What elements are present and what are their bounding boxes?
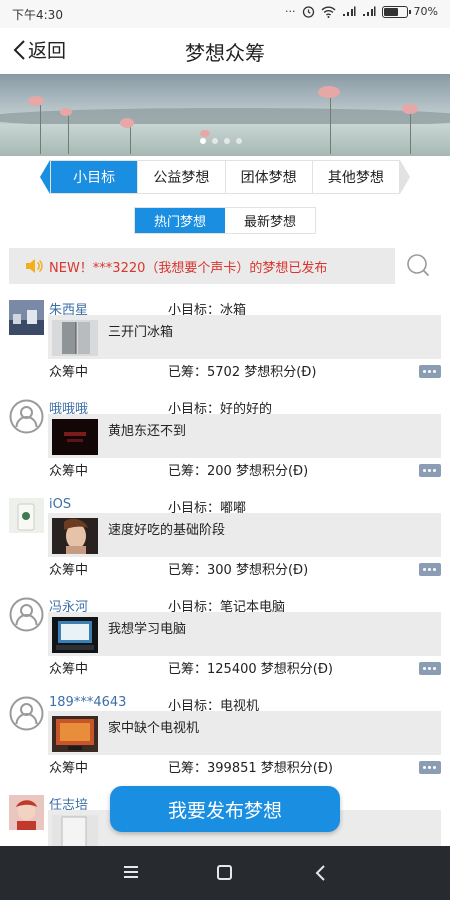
chat-icon[interactable] (419, 761, 441, 774)
tab-group-dream[interactable]: 团体梦想 (226, 161, 313, 193)
list-item[interactable]: 朱西星 小目标：冰箱 三开门冰箱 众筹中 已筹：5702 梦想积分(Đ) (0, 290, 450, 389)
signal-icon (362, 6, 376, 16)
app-header: 返回 梦想众筹 (0, 28, 450, 74)
dream-title: 三开门冰箱 (108, 325, 174, 340)
dream-card[interactable]: 三开门冰箱 (48, 315, 441, 359)
banner-flower (318, 86, 340, 98)
banner-stem (68, 114, 69, 154)
wifi-icon (321, 6, 336, 18)
dream-title: 家中缺个电视机 (108, 721, 200, 736)
chevron-left-icon (13, 39, 25, 60)
dream-card[interactable]: 家中缺个电视机 (48, 711, 441, 755)
funding-state: 众筹中 (49, 464, 89, 479)
banner-flower (60, 108, 72, 116)
dream-title: 黄旭东还不到 (108, 424, 187, 439)
dream-thumbnail (52, 320, 98, 356)
dream-card[interactable]: 我想学习电脑 (48, 612, 441, 656)
dream-title: 我想学习电脑 (108, 622, 187, 637)
dream-card[interactable]: 黄旭东还不到 (48, 414, 441, 458)
tab-hot-dreams[interactable]: 热门梦想 (135, 208, 225, 233)
banner-stem (410, 110, 411, 154)
status-time: 下午4:30 (12, 8, 63, 22)
banner-stem (330, 94, 331, 154)
notice-bar[interactable]: NEW！***3220（我想要个声卡）的梦想已发布 (9, 248, 395, 284)
publish-dream-button[interactable]: 我要发布梦想 (110, 786, 340, 832)
category-right-arrow (400, 160, 410, 194)
category-left-arrow (40, 160, 50, 194)
funding-state: 众筹中 (49, 365, 89, 380)
avatar[interactable] (9, 696, 44, 731)
raised-amount: 已筹：399851 梦想积分(Đ) (168, 761, 333, 776)
user-name[interactable]: iOS (49, 497, 71, 512)
list-item[interactable]: 哦哦哦 小目标：好的好的 黄旭东还不到 众筹中 已筹：200 梦想积分(Đ) (0, 389, 450, 488)
raised-amount: 已筹：125400 梦想积分(Đ) (168, 662, 333, 677)
carousel-dot[interactable] (200, 138, 206, 144)
dream-card[interactable]: 速度好吃的基础阶段 (48, 513, 441, 557)
battery-icon (381, 5, 411, 18)
tab-charity-dream[interactable]: 公益梦想 (138, 161, 226, 193)
list-item[interactable]: 189***4643 小目标：电视机 家中缺个电视机 众筹中 已筹：399851… (0, 686, 450, 785)
carousel-dots (200, 138, 242, 144)
banner-flower (200, 130, 210, 137)
raised-amount: 已筹：200 梦想积分(Đ) (168, 464, 309, 479)
battery-level (383, 7, 399, 16)
alarm-icon (302, 6, 314, 18)
banner-flower (120, 118, 134, 128)
notice-text: NEW！***3220（我想要个声卡）的梦想已发布 (49, 260, 328, 276)
search-button[interactable] (404, 252, 432, 280)
carousel-dot[interactable] (236, 138, 242, 144)
carousel-dot[interactable] (224, 138, 230, 144)
tab-small-goal[interactable]: 小目标 (51, 161, 139, 193)
dream-thumbnail (52, 518, 98, 554)
funding-state: 众筹中 (49, 662, 89, 677)
avatar[interactable] (9, 795, 44, 830)
chat-icon[interactable] (419, 662, 441, 675)
home-icon[interactable] (217, 865, 232, 880)
battery-text: 70% (413, 5, 438, 18)
tab-other-dream[interactable]: 其他梦想 (313, 161, 399, 193)
status-bar: 下午4:30 ··· 70% (0, 0, 450, 28)
raised-amount: 已筹：300 梦想积分(Đ) (168, 563, 309, 578)
banner-flower (28, 96, 44, 106)
avatar[interactable] (9, 399, 44, 434)
chat-icon[interactable] (419, 464, 441, 477)
carousel-dot[interactable] (212, 138, 218, 144)
tab-new-dreams[interactable]: 最新梦想 (225, 208, 315, 233)
list-item[interactable]: iOS 小目标：嘟嘟 速度好吃的基础阶段 众筹中 已筹：300 梦想积分(Đ) (0, 488, 450, 587)
avatar[interactable] (9, 498, 44, 533)
system-nav-bar (0, 846, 450, 900)
raised-amount: 已筹：5702 梦想积分(Đ) (168, 365, 317, 380)
funding-state: 众筹中 (49, 761, 89, 776)
avatar[interactable] (9, 597, 44, 632)
speaker-icon (26, 259, 43, 273)
dream-thumbnail (52, 716, 98, 752)
status-icons: ··· 70% (285, 5, 438, 18)
chat-icon[interactable] (419, 365, 441, 378)
banner-flower (402, 104, 418, 114)
signal-icon (342, 6, 356, 16)
banner-stem (130, 124, 131, 154)
sort-tabs: 热门梦想 最新梦想 (134, 207, 316, 234)
avatar[interactable] (9, 300, 44, 335)
more-dots-icon: ··· (285, 5, 296, 18)
category-tabs: 小目标 公益梦想 团体梦想 其他梦想 (50, 160, 400, 194)
back-button[interactable]: 返回 (12, 36, 66, 63)
dream-thumbnail (52, 419, 98, 455)
chat-icon[interactable] (419, 563, 441, 576)
back-label: 返回 (28, 40, 67, 62)
menu-icon[interactable] (124, 866, 140, 880)
dream-thumbnail (52, 617, 98, 653)
user-name[interactable]: 189***4643 (49, 695, 126, 710)
funding-state: 众筹中 (49, 563, 89, 578)
dream-title: 速度好吃的基础阶段 (108, 523, 226, 538)
page-title: 梦想众筹 (185, 41, 265, 65)
nav-back-icon[interactable] (311, 863, 331, 883)
banner-stem (40, 104, 41, 154)
list-item[interactable]: 冯永河 小目标：笔记本电脑 我想学习电脑 众筹中 已筹：125400 梦想积分(… (0, 587, 450, 686)
search-icon (407, 254, 430, 277)
